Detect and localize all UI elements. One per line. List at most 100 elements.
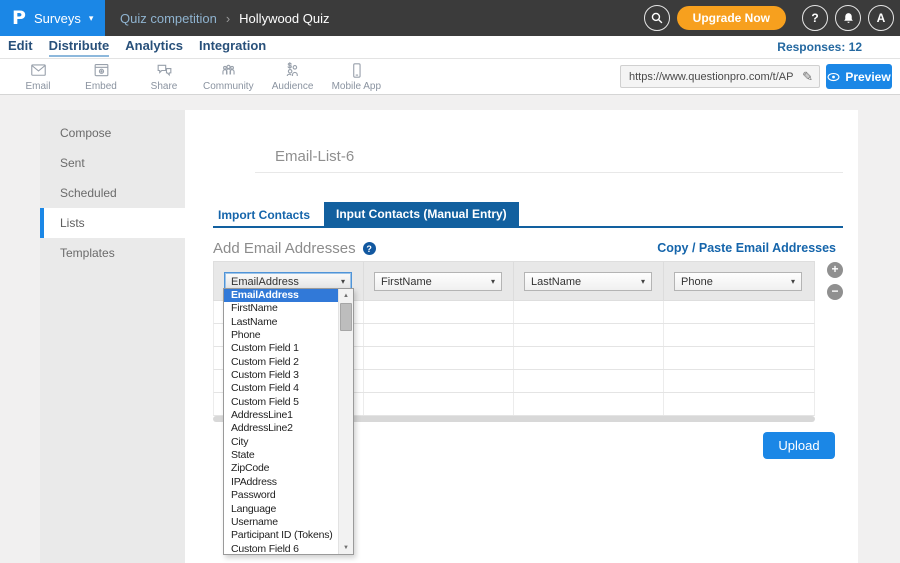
dropdown-option[interactable]: Custom Field 6 — [224, 543, 338, 556]
mobile-app-icon — [346, 61, 367, 80]
dropdown-option[interactable]: Custom Field 5 — [224, 396, 338, 409]
channel-share[interactable]: Share — [140, 61, 188, 92]
section-head: Add Email Addresses ? — [213, 240, 376, 257]
sidebar-item-scheduled[interactable]: Scheduled — [40, 178, 185, 208]
dropdown-option[interactable]: Participant ID (Tokens) — [224, 529, 338, 542]
dropdown-option[interactable]: FirstName — [224, 302, 338, 315]
sidebar-item-templates[interactable]: Templates — [40, 238, 185, 268]
column-select-firstname[interactable]: FirstName ▾ — [374, 272, 502, 291]
dropdown-option[interactable]: Custom Field 1 — [224, 342, 338, 355]
responses-count[interactable]: Responses: 12 — [777, 40, 862, 54]
help-button[interactable]: ? — [802, 5, 828, 31]
contact-cell[interactable] — [514, 370, 664, 392]
survey-url-input[interactable] — [621, 71, 796, 83]
dropdown-option[interactable]: City — [224, 436, 338, 449]
channel-email[interactable]: Email — [14, 61, 62, 92]
survey-nav-items: Edit Distribute Analytics Integration — [0, 38, 266, 57]
title-divider — [255, 172, 843, 173]
sidebar-item-compose[interactable]: Compose — [40, 118, 185, 148]
edit-url-icon[interactable]: ✎ — [796, 69, 819, 85]
list-title: Email-List-6 — [275, 148, 354, 165]
dropdown-scrollbar-thumb[interactable] — [340, 303, 352, 331]
nav-item-edit[interactable]: Edit — [8, 38, 33, 57]
nav-item-analytics[interactable]: Analytics — [125, 38, 183, 57]
chevron-down-icon: ▾ — [89, 13, 94, 24]
contact-cell[interactable] — [514, 301, 664, 323]
contact-cell[interactable] — [364, 324, 514, 346]
breadcrumb-separator-icon: › — [226, 11, 230, 26]
header-cell: LastName ▾ — [514, 262, 664, 300]
contact-cell[interactable] — [364, 301, 514, 323]
tab-underline — [213, 226, 843, 228]
scroll-down-icon[interactable]: ▼ — [339, 541, 353, 554]
tab-import-contacts[interactable]: Import Contacts — [213, 208, 324, 222]
contact-cell[interactable] — [514, 324, 664, 346]
contact-cell[interactable] — [364, 347, 514, 369]
contact-cell[interactable] — [664, 370, 813, 392]
breadcrumb-current: Hollywood Quiz — [239, 11, 329, 26]
sidebar-item-lists[interactable]: Lists — [40, 208, 185, 238]
dropdown-option[interactable]: Username — [224, 516, 338, 529]
contacts-tabs: Import Contacts Input Contacts (Manual E… — [213, 202, 519, 227]
contact-cell[interactable] — [664, 324, 813, 346]
copy-paste-link[interactable]: Copy / Paste Email Addresses — [657, 241, 836, 255]
channel-mobile-app[interactable]: Mobile App — [332, 61, 381, 92]
tab-input-contacts-manual[interactable]: Input Contacts (Manual Entry) — [324, 202, 519, 227]
breadcrumb-parent[interactable]: Quiz competition — [120, 11, 217, 26]
product-menu[interactable]: P Surveys ▾ — [0, 0, 105, 36]
contact-cell[interactable] — [664, 347, 813, 369]
help-icon[interactable]: ? — [363, 242, 376, 255]
search-button[interactable] — [644, 5, 670, 31]
row-controls: + − — [827, 262, 843, 300]
content-card: Email-List-6 Import Contacts Input Conta… — [185, 110, 858, 563]
header-cell: Phone ▾ — [664, 262, 813, 300]
dropdown-option[interactable]: Custom Field 2 — [224, 356, 338, 369]
notifications-button[interactable] — [835, 5, 861, 31]
dropdown-option[interactable]: Custom Field 3 — [224, 369, 338, 382]
survey-nav: Edit Distribute Analytics Integration Re… — [0, 36, 900, 59]
contact-cell[interactable] — [664, 393, 813, 415]
dropdown-option[interactable]: Password — [224, 489, 338, 502]
add-row-button[interactable]: + — [827, 262, 843, 278]
chevron-down-icon: ▾ — [791, 277, 801, 286]
channel-community[interactable]: Community — [203, 61, 254, 92]
chevron-down-icon: ▾ — [641, 277, 651, 286]
dropdown-option[interactable]: EmailAddress — [224, 289, 338, 302]
breadcrumb: Quiz competition › Hollywood Quiz — [120, 0, 330, 36]
dropdown-option[interactable]: Phone — [224, 329, 338, 342]
contact-cell[interactable] — [514, 347, 664, 369]
channel-audience[interactable]: $ Audience — [269, 61, 317, 92]
contact-cell[interactable] — [364, 370, 514, 392]
email-sidebar: Compose Sent Scheduled Lists Templates — [40, 110, 185, 563]
dropdown-option[interactable]: ZipCode — [224, 462, 338, 475]
column-select-lastname[interactable]: LastName ▾ — [524, 272, 652, 291]
remove-row-button[interactable]: − — [827, 284, 843, 300]
topbar-actions: Upgrade Now ? A — [644, 0, 894, 36]
upgrade-now-button[interactable]: Upgrade Now — [677, 6, 786, 30]
chevron-down-icon: ▾ — [341, 277, 351, 286]
channel-embed[interactable]: Embed — [77, 61, 125, 92]
dropdown-option[interactable]: AddressLine2 — [224, 422, 338, 435]
nav-item-integration[interactable]: Integration — [199, 38, 266, 57]
upload-button[interactable]: Upload — [763, 432, 835, 459]
sidebar-item-sent[interactable]: Sent — [40, 148, 185, 178]
nav-item-distribute[interactable]: Distribute — [49, 38, 110, 57]
embed-icon — [91, 61, 112, 80]
section-title: Add Email Addresses — [213, 240, 356, 257]
contact-cell[interactable] — [364, 393, 514, 415]
dropdown-scrollbar[interactable]: ▲ ▼ — [338, 289, 353, 554]
dropdown-option[interactable]: LastName — [224, 316, 338, 329]
dropdown-option[interactable]: IPAddress — [224, 476, 338, 489]
dropdown-option[interactable]: Custom Field 4 — [224, 382, 338, 395]
avatar[interactable]: A — [868, 5, 894, 31]
contact-cell[interactable] — [664, 301, 813, 323]
contact-cell[interactable] — [514, 393, 664, 415]
scroll-up-icon[interactable]: ▲ — [339, 289, 353, 302]
column-select-phone[interactable]: Phone ▾ — [674, 272, 802, 291]
survey-url-field: ✎ — [620, 65, 820, 88]
top-bar: P Surveys ▾ Quiz competition › Hollywood… — [0, 0, 900, 36]
dropdown-option[interactable]: Language — [224, 503, 338, 516]
preview-button[interactable]: Preview — [826, 64, 892, 89]
dropdown-option[interactable]: AddressLine1 — [224, 409, 338, 422]
dropdown-option[interactable]: State — [224, 449, 338, 462]
